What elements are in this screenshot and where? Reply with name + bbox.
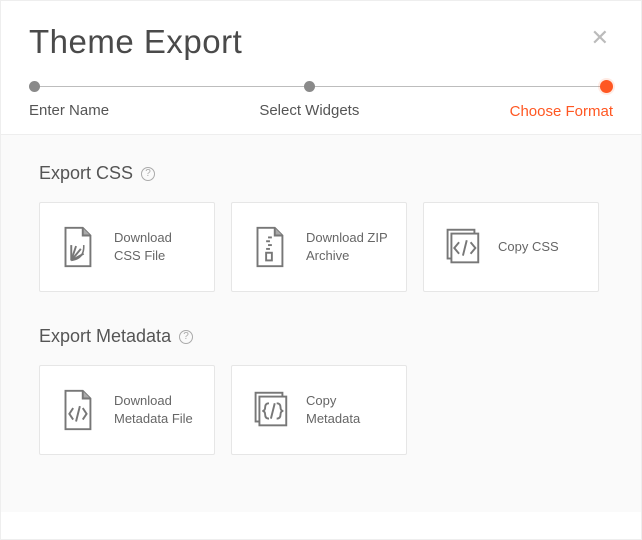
dialog-title: Theme Export bbox=[29, 23, 242, 61]
card-download-css-file[interactable]: Download CSS File bbox=[39, 202, 215, 292]
step-select-widgets[interactable]: Select Widgets bbox=[259, 81, 359, 120]
section-title-text: Export Metadata bbox=[39, 326, 171, 347]
card-row-metadata: Download Metadata File Copy Metadata bbox=[39, 365, 603, 455]
section-title-css: Export CSS ? bbox=[39, 163, 603, 184]
step-dot-icon bbox=[304, 81, 315, 92]
section-title-text: Export CSS bbox=[39, 163, 133, 184]
card-label: Download Metadata File bbox=[114, 392, 200, 427]
file-zip-icon bbox=[246, 224, 292, 270]
card-label: Download CSS File bbox=[114, 229, 200, 264]
card-copy-metadata[interactable]: Copy Metadata bbox=[231, 365, 407, 455]
braces-copy-icon bbox=[246, 387, 292, 433]
step-dot-icon bbox=[600, 80, 613, 93]
stepper-steps: Enter Name Select Widgets Choose Format bbox=[29, 81, 613, 120]
card-label: Copy Metadata bbox=[306, 392, 392, 427]
code-copy-icon bbox=[438, 224, 484, 270]
step-label: Choose Format bbox=[510, 103, 613, 120]
help-icon[interactable]: ? bbox=[179, 330, 193, 344]
step-label: Select Widgets bbox=[259, 102, 359, 119]
card-download-metadata-file[interactable]: Download Metadata File bbox=[39, 365, 215, 455]
step-label: Enter Name bbox=[29, 102, 109, 119]
card-label: Copy CSS bbox=[498, 238, 559, 256]
stepper: Enter Name Select Widgets Choose Format bbox=[1, 81, 641, 120]
dialog-content: Export CSS ? Download CSS File bbox=[1, 134, 641, 512]
dialog-header: Theme Export ✕ bbox=[1, 1, 641, 71]
close-icon[interactable]: ✕ bbox=[587, 23, 613, 53]
step-choose-format[interactable]: Choose Format bbox=[510, 81, 613, 120]
help-icon[interactable]: ? bbox=[141, 167, 155, 181]
section-title-metadata: Export Metadata ? bbox=[39, 326, 603, 347]
card-row-css: Download CSS File Download ZIP Archive bbox=[39, 202, 603, 292]
card-download-zip-archive[interactable]: Download ZIP Archive bbox=[231, 202, 407, 292]
file-fan-icon bbox=[54, 224, 100, 270]
file-code-icon bbox=[54, 387, 100, 433]
step-enter-name[interactable]: Enter Name bbox=[29, 81, 109, 120]
card-label: Download ZIP Archive bbox=[306, 229, 392, 264]
step-dot-icon bbox=[29, 81, 40, 92]
card-copy-css[interactable]: Copy CSS bbox=[423, 202, 599, 292]
